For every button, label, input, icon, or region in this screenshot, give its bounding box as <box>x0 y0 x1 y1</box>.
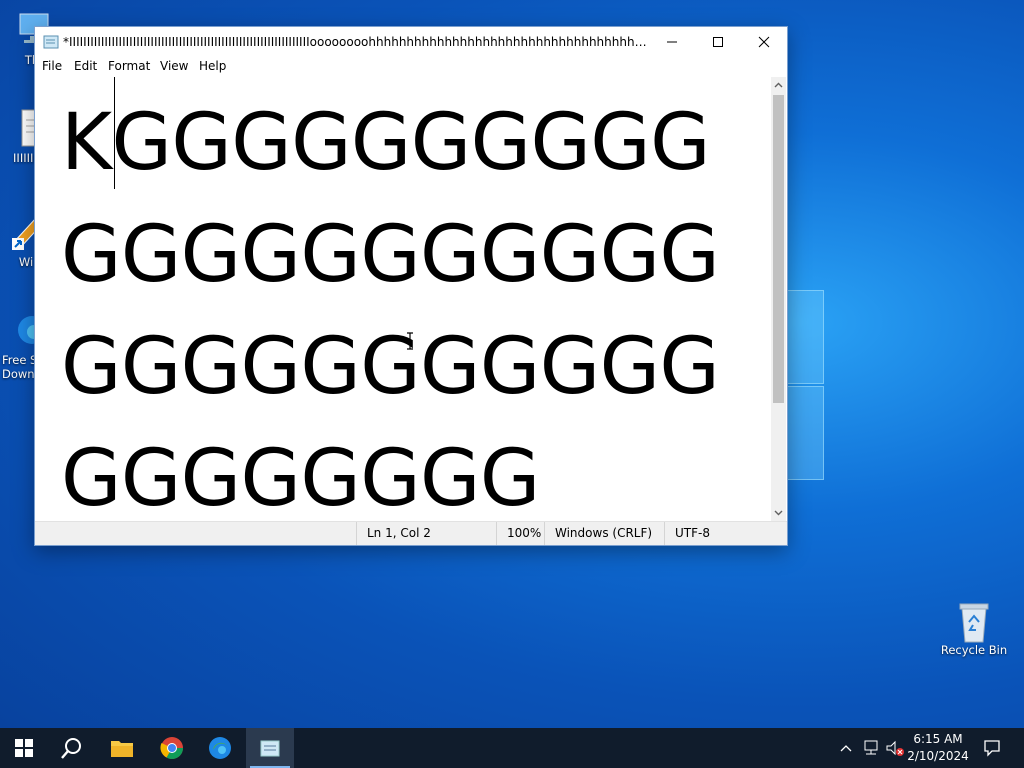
status-bar: Ln 1, Col 2 100% Windows (CRLF) UTF-8 <box>35 521 787 545</box>
menu-file[interactable]: File <box>42 59 62 73</box>
chevron-up-icon <box>774 82 783 88</box>
minimize-icon <box>667 41 677 43</box>
chrome-button[interactable] <box>148 728 196 768</box>
menu-format[interactable]: Format <box>108 59 150 73</box>
scroll-down-button[interactable] <box>771 505 786 521</box>
start-icon <box>15 739 33 757</box>
clock-date: 2/10/2024 <box>907 749 969 763</box>
chrome-icon <box>160 737 183 759</box>
chevron-down-icon <box>774 510 783 516</box>
text-editor[interactable]: KGGGGGGGGGGGGGGGGGGGGGGGGGGGGGGGGGGGGGGG… <box>35 77 771 521</box>
status-line-ending: Windows (CRLF) <box>544 522 665 545</box>
network-icon <box>864 740 878 755</box>
desktop-icon-label: Wi <box>18 255 34 269</box>
status-cursor-position: Ln 1, Col 2 <box>356 522 495 545</box>
menu-bar: File Edit Format View Help <box>35 57 787 77</box>
search-button[interactable] <box>48 728 96 768</box>
recycle-bin-icon <box>954 600 994 643</box>
edge-button[interactable] <box>196 728 244 768</box>
maximize-icon <box>713 37 723 47</box>
wallpaper-logo-pane <box>786 290 824 384</box>
scrollbar-thumb[interactable] <box>773 95 784 403</box>
chevron-up-icon <box>840 745 852 752</box>
notepad-icon <box>43 34 59 49</box>
notification-center-button[interactable] <box>978 728 1006 768</box>
tray-overflow-button[interactable] <box>836 728 856 768</box>
close-icon <box>758 36 770 48</box>
wallpaper-logo-pane <box>786 386 824 480</box>
desktop-icon-label: Recycle Bin <box>940 643 1008 657</box>
network-button[interactable] <box>860 728 882 768</box>
notepad-taskbar-button[interactable] <box>246 728 294 768</box>
minimize-button[interactable] <box>649 27 695 57</box>
menu-help[interactable]: Help <box>199 59 226 73</box>
menu-edit[interactable]: Edit <box>74 59 97 73</box>
edge-icon <box>209 737 231 759</box>
text-caret <box>114 77 115 189</box>
window-title: *IIIIIIIIIIIIIIIIIIIIIIIIIIIIIIIIIIIIIII… <box>63 35 648 49</box>
title-bar[interactable]: *IIIIIIIIIIIIIIIIIIIIIIIIIIIIIIIIIIIIIII… <box>35 27 787 57</box>
editor-content[interactable]: KGGGGGGGGGGGGGGGGGGGGGGGGGGGGGGGGGGGGGGG… <box>61 87 761 521</box>
vertical-scrollbar[interactable] <box>771 77 786 521</box>
notepad-icon <box>260 740 280 757</box>
text-cursor-icon <box>407 332 413 350</box>
taskbar-clock[interactable]: 6:15 AM 2/10/2024 <box>900 731 976 765</box>
maximize-button[interactable] <box>695 27 741 57</box>
status-encoding: UTF-8 <box>664 522 775 545</box>
close-button[interactable] <box>741 27 787 57</box>
taskbar: 6:15 AM 2/10/2024 <box>0 728 1024 768</box>
status-zoom: 100% <box>496 522 545 545</box>
file-explorer-icon <box>111 741 133 757</box>
file-explorer-button[interactable] <box>98 728 146 768</box>
clock-time: 6:15 AM <box>913 732 963 746</box>
menu-view[interactable]: View <box>160 59 188 73</box>
desktop-icon-recycle-bin[interactable]: Recycle Bin <box>936 600 1012 657</box>
notification-icon <box>984 740 1000 757</box>
scroll-up-button[interactable] <box>771 77 786 93</box>
notepad-window[interactable]: *IIIIIIIIIIIIIIIIIIIIIIIIIIIIIIIIIIIIIII… <box>34 26 788 546</box>
start-button[interactable] <box>0 728 48 768</box>
search-icon <box>61 738 81 759</box>
